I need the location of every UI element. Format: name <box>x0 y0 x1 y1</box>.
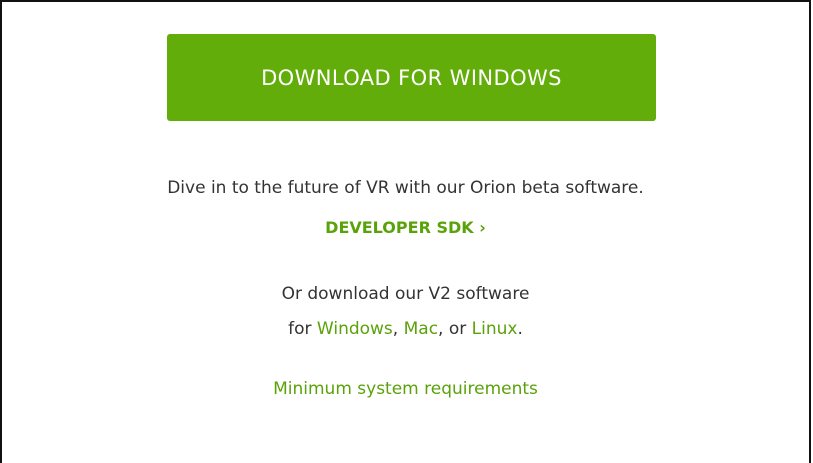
mac-link[interactable]: Mac <box>404 319 438 339</box>
developer-sdk-link[interactable]: DEVELOPER SDK › <box>2 218 809 237</box>
linux-link[interactable]: Linux <box>472 319 518 339</box>
download-for-windows-button[interactable]: DOWNLOAD FOR WINDOWS <box>167 34 656 121</box>
v2-suffix-text: . <box>517 319 523 339</box>
v2-download-text: Or download our V2 software <box>281 284 530 304</box>
windows-link[interactable]: Windows <box>317 319 393 339</box>
orion-tagline: Dive in to the future of VR with our Ori… <box>167 178 644 198</box>
download-panel: DOWNLOAD FOR WINDOWS Dive in to the futu… <box>0 0 811 463</box>
v2-prefix-text: for <box>288 319 317 339</box>
v2-separator-1: , <box>392 319 404 339</box>
minimum-system-requirements-link[interactable]: Minimum system requirements <box>273 379 538 399</box>
v2-separator-2: , or <box>438 319 472 339</box>
v2-platform-links: for Windows, Mac, or Linux. <box>2 319 809 339</box>
